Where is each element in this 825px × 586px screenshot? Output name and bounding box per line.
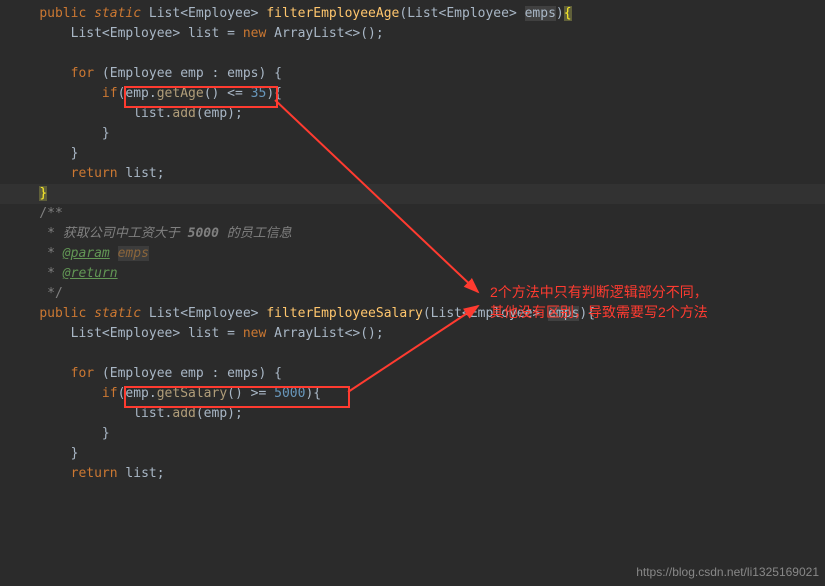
code-line: if(emp.getAge() <= 35){ (0, 84, 825, 104)
code-line: list.add(emp); (0, 104, 825, 124)
code-line: } (0, 144, 825, 164)
annotation-line1: 2个方法中只有判断逻辑部分不同， (490, 282, 708, 302)
code-line: public static List<Employee> filterEmplo… (0, 4, 825, 24)
comment-line: * @param emps (0, 244, 825, 264)
watermark: https://blog.csdn.net/li1325169021 (636, 562, 819, 582)
code-line: return list; (0, 164, 825, 184)
code-line: for (Employee emp : emps) { (0, 64, 825, 84)
code-line: for (Employee emp : emps) { (0, 364, 825, 384)
annotation-text: 2个方法中只有判断逻辑部分不同， 其他没有区别，导致需要写2个方法 (490, 282, 708, 322)
code-line: list.add(emp); (0, 404, 825, 424)
code-line: return list; (0, 464, 825, 484)
code-line: List<Employee> list = new ArrayList<>(); (0, 24, 825, 44)
comment-line: * @return (0, 264, 825, 284)
code-line: List<Employee> list = new ArrayList<>(); (0, 324, 825, 344)
comment-line: /** (0, 204, 825, 224)
comment-line: * 获取公司中工资大于 5000 的员工信息 (0, 224, 825, 244)
code-line: } (0, 424, 825, 444)
annotation-line2: 其他没有区别，导致需要写2个方法 (490, 302, 708, 322)
code-editor[interactable]: public static List<Employee> filterEmplo… (0, 0, 825, 484)
code-line: } (0, 444, 825, 464)
code-line (0, 344, 825, 364)
code-line (0, 44, 825, 64)
code-line-caret: } (0, 184, 825, 204)
code-line: } (0, 124, 825, 144)
code-line: if(emp.getSalary() >= 5000){ (0, 384, 825, 404)
